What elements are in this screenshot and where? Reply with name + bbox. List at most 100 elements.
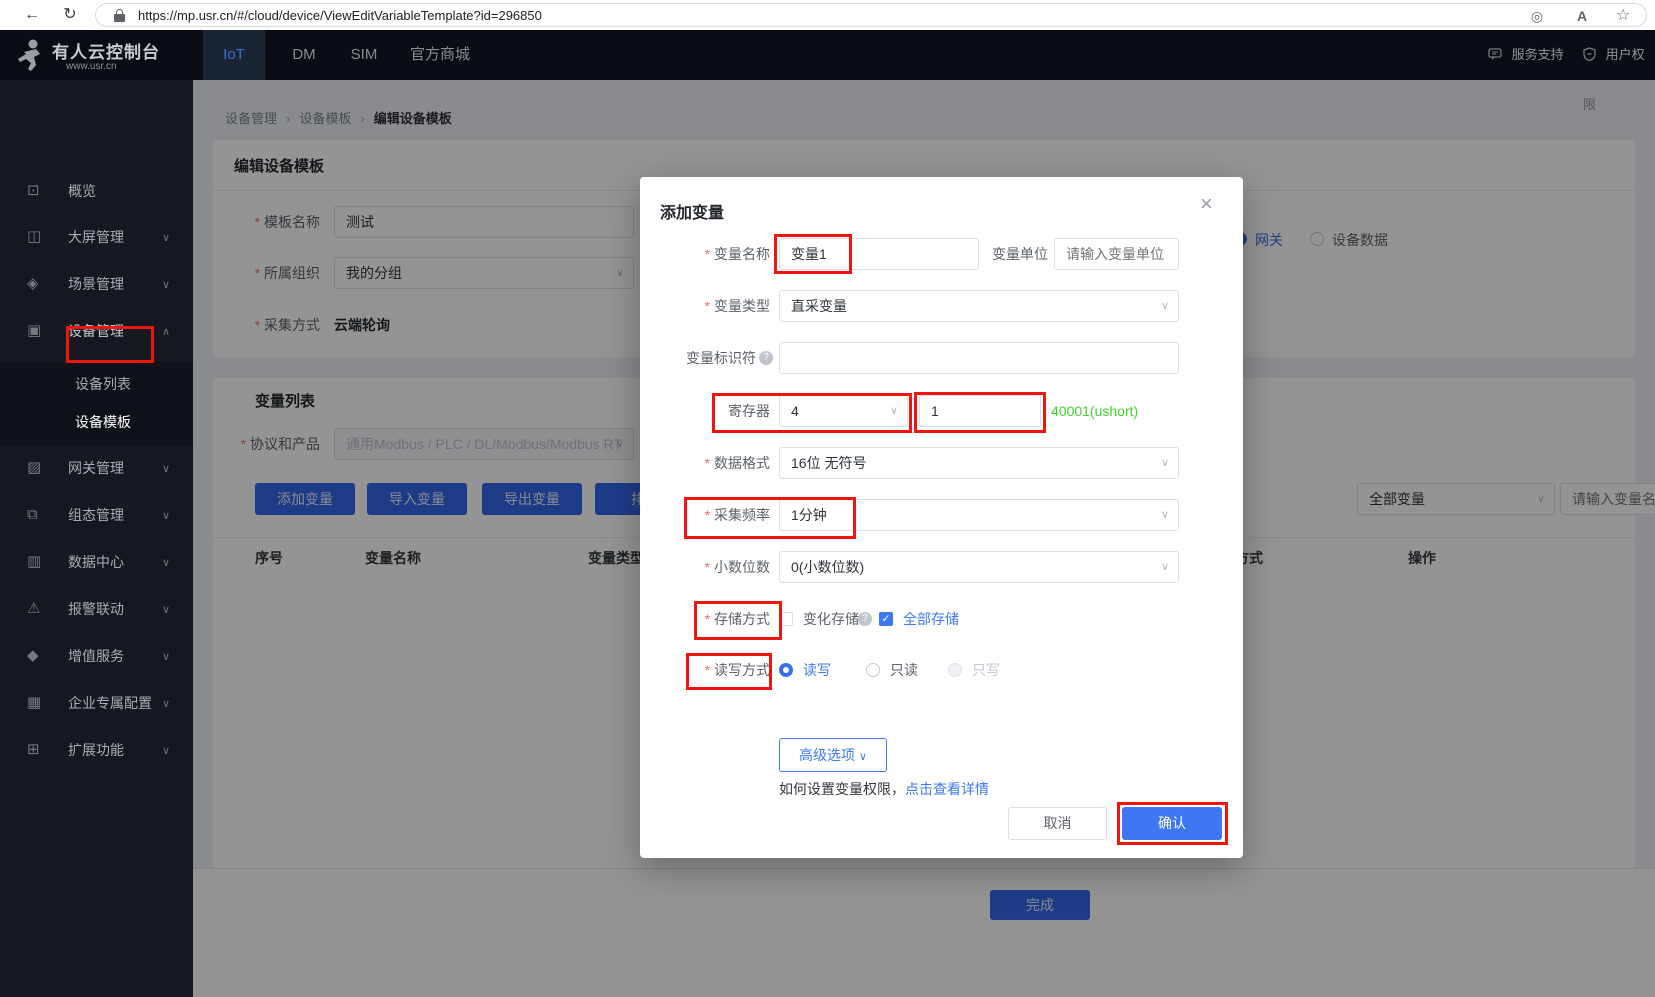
chevron-up-icon: ∧ [162, 325, 170, 338]
sidebar-item-device[interactable]: ▣ 设备管理 ∧ [0, 308, 193, 355]
nav-tab-dm[interactable]: DM [275, 30, 333, 80]
sidebar: ⊡ 概览 ◫ 大屏管理 ∨ ◈ 场景管理 ∨ ▣ 设备管理 ∧ 设备列表 设备模… [0, 80, 193, 997]
permission-hint: 如何设置变量权限，点击查看详情 [779, 773, 989, 805]
nav-tab-mall[interactable]: 官方商城 [398, 30, 482, 80]
data-format-value: 16位 无符号 [791, 455, 866, 471]
datacenter-icon: ▥ [27, 553, 41, 571]
collect-frequency-value: 1分钟 [791, 507, 827, 523]
sidebar-item-device-template[interactable]: 设备模板 [75, 412, 131, 432]
register-type-select[interactable]: 4 ∨ [779, 395, 908, 427]
read-write-mode-label: 读写方式 [640, 654, 770, 686]
shield-icon [1583, 47, 1600, 62]
sidebar-item-configuration[interactable]: ⧉ 组态管理 ∨ [0, 492, 193, 539]
sidebar-item-enterprise[interactable]: ▦ 企业专属配置 ∨ [0, 680, 193, 727]
url-text[interactable]: https://mp.usr.cn/#/cloud/device/ViewEdi… [138, 8, 542, 23]
browser-back-icon[interactable]: ← [20, 0, 44, 30]
read-aloud-icon[interactable]: A [1571, 5, 1593, 27]
register-label: 寄存器 [640, 395, 770, 427]
all-storage-checkbox[interactable]: ✓ [879, 612, 893, 626]
chevron-down-icon: ∨ [162, 231, 170, 244]
sidebar-item-label: 企业专属配置 [68, 695, 152, 712]
sidebar-item-overview[interactable]: ⊡ 概览 [0, 168, 193, 215]
variable-type-select[interactable]: 直采变量 ∨ [779, 290, 1179, 322]
chevron-down-icon: ∨ [1161, 500, 1169, 530]
permission-hint-link[interactable]: 点击查看详情 [905, 781, 989, 797]
decimal-places-select[interactable]: 0(小数位数) ∨ [779, 551, 1179, 583]
register-address-input[interactable] [919, 395, 1041, 427]
decimal-places-value: 0(小数位数) [791, 559, 864, 575]
chevron-down-icon: ∨ [1161, 552, 1169, 582]
nav-support[interactable]: 服务支持 [1488, 30, 1564, 80]
brand-subtitle: www.usr.cn [66, 61, 117, 72]
nav-tab-iot[interactable]: IoT [203, 30, 265, 80]
collect-frequency-select[interactable]: 1分钟 ∨ [779, 499, 1179, 531]
chevron-down-icon: ∨ [162, 697, 170, 710]
write-only-radio[interactable] [948, 663, 962, 677]
advanced-options-button[interactable]: 高级选项∨ [779, 738, 887, 772]
sidebar-item-bigscreen[interactable]: ◫ 大屏管理 ∨ [0, 214, 193, 261]
read-only-radio[interactable] [866, 663, 880, 677]
browser-refresh-icon[interactable]: ↻ [58, 0, 82, 30]
register-type-value: 4 [791, 403, 799, 419]
chevron-down-icon: ∨ [1161, 448, 1169, 478]
help-icon[interactable]: ? [858, 612, 872, 626]
variable-name-input[interactable] [779, 238, 979, 270]
lock-icon [114, 9, 125, 22]
sidebar-item-label: 数据中心 [68, 554, 124, 571]
variable-identifier-label: 变量标识符 [626, 342, 756, 374]
chevron-down-icon: ∨ [162, 650, 170, 663]
change-storage-checkbox[interactable] [779, 612, 793, 626]
sidebar-item-gateway[interactable]: ▨ 网关管理 ∨ [0, 445, 193, 492]
brand-title[interactable]: 有人云控制台 [52, 38, 160, 63]
collect-frequency-label: 采集频率 [640, 499, 770, 531]
bigscreen-icon: ◫ [27, 228, 41, 246]
browser-chrome: ← ↻ https://mp.usr.cn/#/cloud/device/Vie… [0, 0, 1655, 30]
sidebar-item-alarm[interactable]: ⚠ 报警联动 ∨ [0, 586, 193, 633]
device-icon: ▣ [27, 322, 41, 340]
close-icon[interactable]: × [1200, 193, 1213, 215]
advanced-options-label: 高级选项 [799, 747, 855, 763]
storage-mode-label: 存储方式 [640, 603, 770, 635]
extensions-icon: ⊞ [27, 741, 40, 759]
sidebar-item-extensions[interactable]: ⊞ 扩展功能 ∨ [0, 727, 193, 774]
sidebar-item-device-list[interactable]: 设备列表 [75, 374, 131, 394]
sidebar-item-label: 组态管理 [68, 507, 124, 524]
chevron-down-icon: ∨ [162, 603, 170, 616]
device-submenu: 设备列表 设备模板 [0, 362, 193, 446]
chat-icon [1488, 47, 1506, 62]
modal-title: 添加变量 [660, 199, 724, 223]
brand-logo-icon [16, 38, 48, 77]
help-icon[interactable]: ? [759, 351, 773, 365]
sidebar-item-scene[interactable]: ◈ 场景管理 ∨ [0, 261, 193, 308]
variable-identifier-input[interactable] [779, 342, 1179, 374]
sidebar-item-label: 报警联动 [68, 601, 124, 618]
sidebar-item-label: 设备管理 [68, 323, 124, 340]
read-only-radio-label[interactable]: 只读 [890, 654, 918, 686]
chevron-down-icon: ∨ [162, 556, 170, 569]
variable-type-label: 变量类型 [640, 290, 770, 322]
change-storage-label[interactable]: 变化存储 [803, 603, 859, 635]
variable-unit-input[interactable] [1054, 238, 1179, 270]
favorite-icon[interactable]: ☆ [1612, 5, 1634, 27]
chevron-down-icon: ∨ [162, 744, 170, 757]
nav-tab-sim[interactable]: SIM [335, 30, 393, 80]
configuration-icon: ⧉ [27, 506, 38, 524]
sidebar-item-vas[interactable]: ◆ 增值服务 ∨ [0, 633, 193, 680]
read-write-radio-label[interactable]: 读写 [803, 654, 831, 686]
nav-permission[interactable]: 用户权限 [1583, 30, 1655, 80]
scene-icon: ◈ [27, 275, 39, 293]
address-bar[interactable]: https://mp.usr.cn/#/cloud/device/ViewEdi… [95, 3, 1647, 27]
data-format-select[interactable]: 16位 无符号 ∨ [779, 447, 1179, 479]
all-storage-label[interactable]: 全部存储 [903, 603, 959, 635]
sidebar-item-label: 概览 [68, 183, 96, 200]
read-write-radio[interactable] [779, 663, 793, 677]
chevron-down-icon: ∨ [162, 278, 170, 291]
decimal-places-label: 小数位数 [640, 551, 770, 583]
cancel-button[interactable]: 取消 [1008, 807, 1107, 840]
confirm-button[interactable]: 确认 [1122, 807, 1222, 840]
chevron-down-icon: ∨ [162, 462, 170, 475]
variable-type-value: 直采变量 [791, 298, 847, 314]
sidebar-item-datacenter[interactable]: ▥ 数据中心 ∨ [0, 539, 193, 586]
write-only-radio-label: 只写 [972, 654, 1000, 686]
location-icon[interactable]: ◎ [1526, 5, 1548, 27]
